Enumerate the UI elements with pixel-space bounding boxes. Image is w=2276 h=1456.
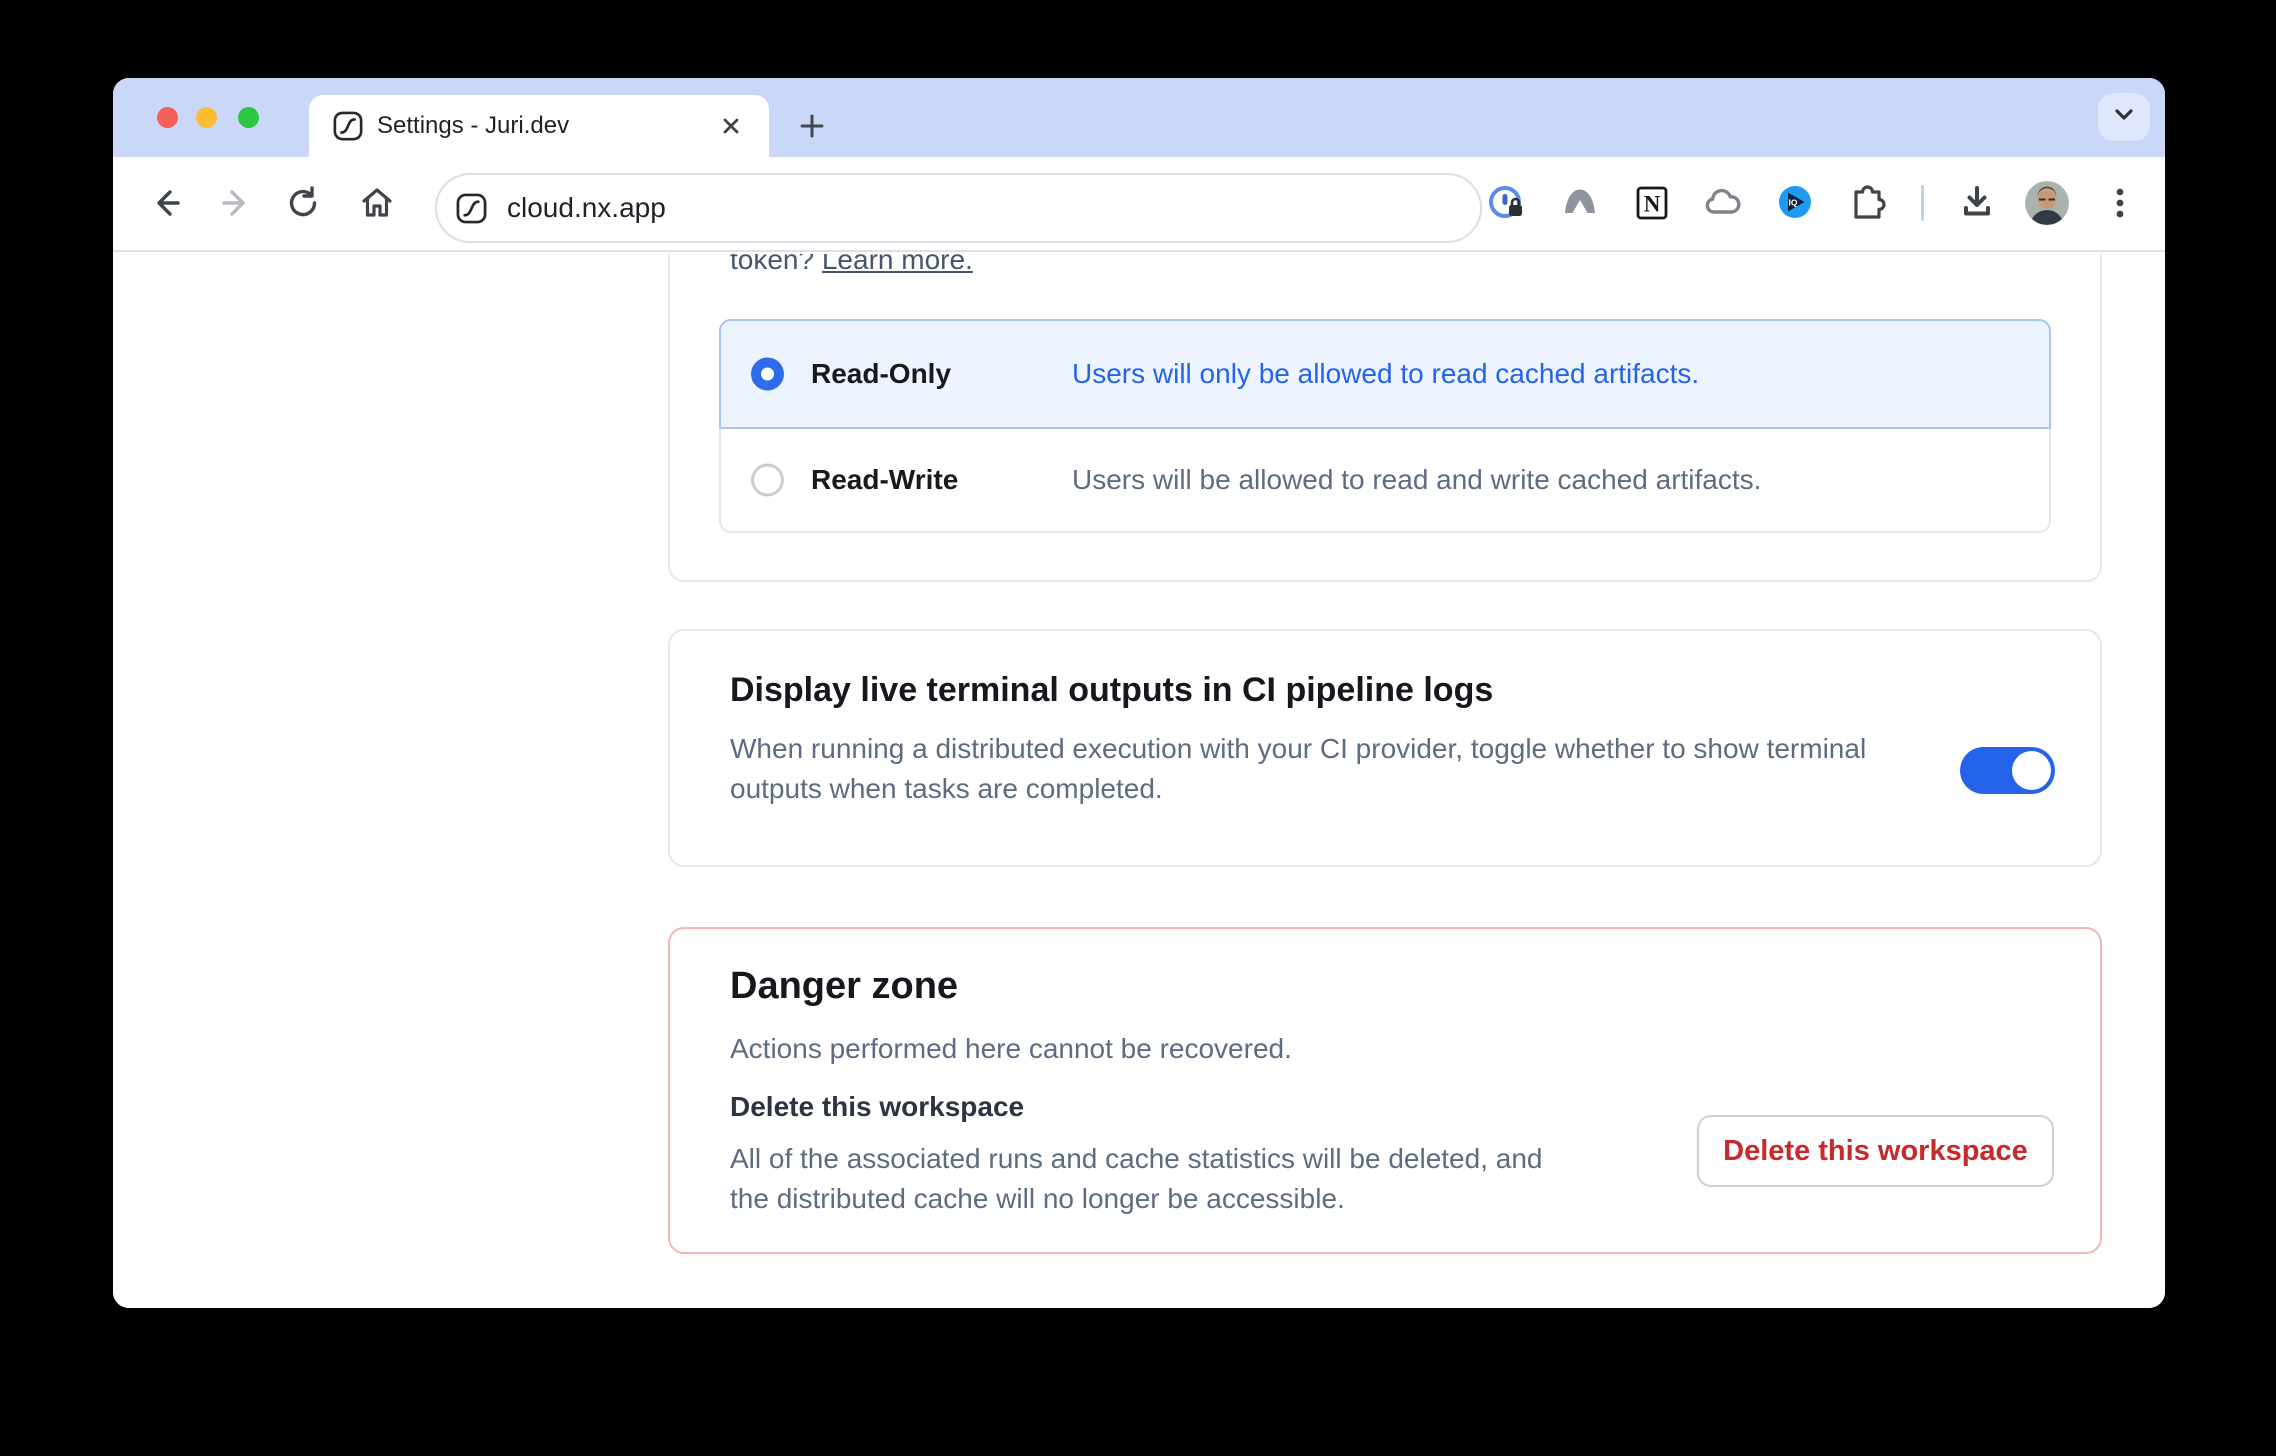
option-description: Users will only be allowed to read cache…: [1072, 358, 1699, 390]
token-help-text: token? Learn more.: [730, 254, 973, 276]
reload-icon[interactable]: [281, 181, 325, 225]
delete-workspace-description: All of the associated runs and cache sta…: [730, 1139, 1542, 1219]
radio-selected-icon: [751, 358, 784, 391]
browser-tab[interactable]: Settings - Juri.dev: [309, 95, 769, 157]
toggle-knob: [2012, 751, 2051, 790]
home-icon[interactable]: [355, 181, 399, 225]
browser-window: Settings - Juri.dev: [113, 78, 2165, 1308]
forward-icon[interactable]: [213, 181, 257, 225]
delete-workspace-label: Delete this workspace: [730, 1091, 1024, 1123]
iq-player-extension-icon[interactable]: IQ: [1773, 181, 1817, 225]
close-window-button[interactable]: [157, 107, 178, 128]
radio-option-read-write[interactable]: Read-Write Users will be allowed to read…: [719, 429, 2051, 533]
browser-toolbar: cloud.nx.app N IQ: [113, 157, 2165, 252]
chevron-down-icon: [2110, 102, 2138, 133]
access-settings-card: token? Learn more. Read-Only Users will …: [668, 254, 2102, 582]
toolbar-separator: [1921, 185, 1924, 221]
description-line: All of the associated runs and cache sta…: [730, 1139, 1542, 1179]
nx-favicon-icon: [333, 111, 363, 141]
page-content: token? Learn more. Read-Only Users will …: [113, 254, 2165, 1308]
danger-zone-title: Danger zone: [730, 965, 958, 1008]
tab-strip: Settings - Juri.dev: [113, 78, 2165, 157]
terminal-output-toggle[interactable]: [1960, 747, 2055, 794]
address-bar[interactable]: cloud.nx.app: [435, 173, 1482, 243]
radio-unselected-icon: [751, 464, 784, 497]
description-line: When running a distributed execution wit…: [730, 729, 1866, 769]
danger-zone-card: Danger zone Actions performed here canno…: [668, 927, 2102, 1254]
back-icon[interactable]: [145, 181, 189, 225]
radio-dot: [761, 368, 774, 381]
download-icon[interactable]: [1955, 181, 1999, 225]
tab-title: Settings - Juri.dev: [377, 95, 569, 157]
tab-search-button[interactable]: [2098, 93, 2150, 141]
site-nx-icon: [456, 193, 487, 224]
extensions-puzzle-icon[interactable]: [1846, 181, 1890, 225]
option-label: Read-Write: [811, 464, 958, 496]
minimize-window-button[interactable]: [196, 107, 217, 128]
cloud-extension-icon[interactable]: [1701, 181, 1745, 225]
token-text: token?: [730, 254, 814, 275]
description-line: outputs when tasks are completed.: [730, 769, 1866, 809]
access-radio-group: Read-Only Users will only be allowed to …: [719, 319, 2051, 533]
tab-close-icon[interactable]: [719, 114, 743, 138]
terminal-card-title: Display live terminal outputs in CI pipe…: [730, 671, 1493, 710]
svg-text:N: N: [1644, 192, 1661, 217]
notion-extension-icon[interactable]: N: [1630, 181, 1674, 225]
password-manager-extension-icon[interactable]: [1484, 181, 1528, 225]
option-description: Users will be allowed to read and write …: [1072, 464, 1761, 496]
delete-workspace-button[interactable]: Delete this workspace: [1697, 1115, 2054, 1187]
option-label: Read-Only: [811, 358, 951, 390]
kebab-menu-icon[interactable]: [2103, 181, 2137, 225]
description-line: the distributed cache will no longer be …: [730, 1179, 1542, 1219]
svg-text:IQ: IQ: [1789, 198, 1798, 208]
vpn-extension-icon[interactable]: [1558, 181, 1602, 225]
zoom-window-button[interactable]: [238, 107, 259, 128]
profile-avatar[interactable]: [2025, 181, 2069, 225]
radio-option-read-only[interactable]: Read-Only Users will only be allowed to …: [719, 319, 2051, 429]
terminal-card-description: When running a distributed execution wit…: [730, 729, 1866, 809]
url-text: cloud.nx.app: [507, 175, 666, 241]
danger-zone-subtitle: Actions performed here cannot be recover…: [730, 1033, 1292, 1065]
new-tab-button[interactable]: [795, 109, 829, 143]
terminal-output-card: Display live terminal outputs in CI pipe…: [668, 629, 2102, 867]
learn-more-link[interactable]: Learn more.: [822, 254, 973, 275]
